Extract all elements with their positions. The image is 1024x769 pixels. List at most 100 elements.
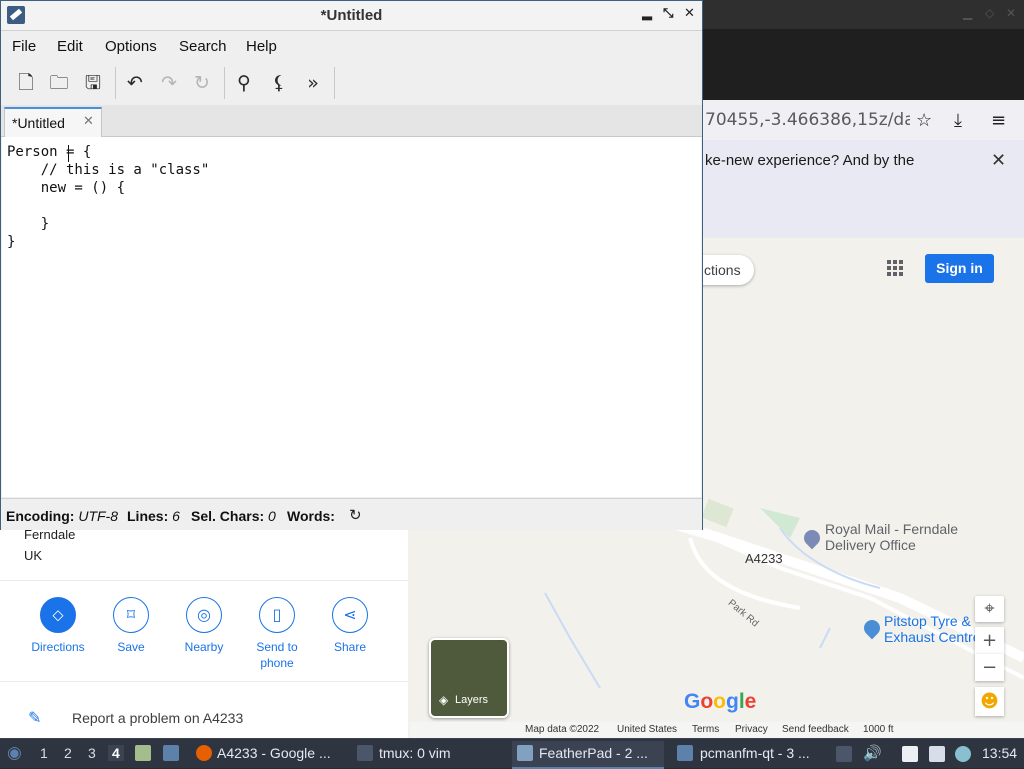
nearby-action-button[interactable]: ◎ Nearby	[172, 597, 236, 655]
window-title: *Untitled	[320, 7, 383, 24]
taskbar: ◉ 1 2 3 4 A4233 - Google ... tmux: 0 vim…	[0, 738, 1024, 769]
directions-action-button[interactable]: ⬦ Directions	[26, 597, 90, 655]
tabbar: *Untitled ✕	[1, 105, 702, 137]
pegman-icon[interactable]: ☻	[975, 687, 1004, 716]
featherpad-window: *Untitled ▂ ⤡ ✕ File Edit Options Search…	[0, 0, 703, 530]
overflow-icon[interactable]	[836, 746, 852, 762]
my-location-icon[interactable]: ⌖	[975, 596, 1004, 622]
hamburger-menu-icon[interactable]: ≡	[991, 110, 1006, 131]
maximize-icon[interactable]: ⤡	[663, 6, 673, 21]
toolbar-separator	[115, 67, 116, 99]
code-line: }	[7, 234, 16, 250]
task-tmux[interactable]: tmux: 0 vim	[353, 741, 503, 767]
bookmark-star-icon[interactable]: ☆	[916, 110, 932, 131]
text-editor[interactable]: Person = { // this is a "class" new = ()…	[2, 137, 701, 497]
workspace-4[interactable]: 4	[108, 745, 124, 761]
network-icon[interactable]	[929, 746, 945, 762]
menu-edit[interactable]: Edit	[57, 38, 83, 55]
status-sel-chars: Sel. Chars: 0	[191, 508, 276, 524]
statusbar: Encoding: UTF-8 Lines: 6 Sel. Chars: 0 W…	[1, 498, 702, 530]
reload-icon[interactable]: ↻	[190, 71, 214, 95]
poi-pitstop[interactable]: Pitstop Tyre &	[884, 613, 971, 629]
new-document-icon[interactable]: 🗋	[14, 71, 38, 95]
share-action-label: Share	[333, 640, 367, 654]
menu-file[interactable]: File	[12, 38, 36, 55]
poi-pitstop-line2[interactable]: Exhaust Centre	[884, 629, 981, 645]
task-pcmanfm[interactable]: pcmanfm-qt - 3 ...	[673, 741, 825, 767]
zoom-in-button[interactable]: +	[975, 627, 1004, 654]
file-manager-launcher-icon[interactable]	[135, 745, 151, 761]
show-desktop-icon[interactable]	[163, 745, 179, 761]
terminal-icon	[357, 745, 373, 761]
task-label: tmux: 0 vim	[379, 745, 451, 761]
browser-minimize-icon[interactable]: ▁	[963, 6, 972, 20]
google-apps-icon[interactable]	[887, 260, 903, 276]
directions-icon: ⬦	[40, 597, 76, 633]
clock[interactable]: 13:54	[982, 745, 1017, 761]
terms-link[interactable]: Terms	[692, 724, 719, 735]
task-label: A4233 - Google ...	[217, 745, 331, 761]
menu-options[interactable]: Options	[105, 38, 157, 55]
layers-icon: ◈	[439, 693, 449, 707]
refresh-word-count-icon[interactable]: ↻	[349, 506, 362, 524]
poi-royal-mail-line2[interactable]: Delivery Office	[825, 537, 916, 553]
menu-search[interactable]: Search	[179, 38, 227, 55]
address-line-2: UK	[24, 548, 43, 563]
minimize-icon[interactable]: ▂	[642, 6, 652, 21]
menubar: File Edit Options Search Help	[1, 31, 702, 61]
task-label: FeatherPad - 2 ...	[539, 745, 648, 761]
toolbar: 🗋 🗀 🖫 ↶ ↷ ↻ ⚲ ⚸ »	[1, 61, 702, 105]
app-menu-icon[interactable]: ◉	[7, 743, 22, 763]
nearby-icon: ◎	[186, 597, 222, 633]
tab-close-icon[interactable]: ✕	[83, 114, 94, 129]
featherpad-titlebar[interactable]: *Untitled ▂ ⤡ ✕	[1, 1, 702, 31]
send-to-phone-action-button[interactable]: ▯ Send to phone	[245, 597, 309, 671]
workspace-2[interactable]: 2	[64, 745, 72, 761]
open-folder-icon[interactable]: 🗀	[47, 71, 71, 95]
tab-untitled[interactable]: *Untitled ✕	[4, 107, 102, 137]
share-icon: ⋖	[332, 597, 368, 633]
save-icon[interactable]: 🖫	[81, 71, 105, 95]
menu-help[interactable]: Help	[246, 38, 277, 55]
notification-close-icon[interactable]: ✕	[991, 150, 1006, 171]
browser-close-icon[interactable]: ✕	[1006, 6, 1016, 20]
task-firefox[interactable]: A4233 - Google ...	[192, 741, 344, 767]
workspace-3[interactable]: 3	[88, 745, 96, 761]
save-action-button[interactable]: ⌑ Save	[99, 597, 163, 655]
volume-icon[interactable]: 🔊	[863, 744, 882, 762]
undo-icon[interactable]: ↶	[123, 71, 147, 95]
downloads-icon[interactable]: ⤓	[954, 110, 962, 131]
code-line: Person = {	[7, 144, 92, 160]
status-words: Words:	[287, 508, 335, 524]
browser-maximize-icon[interactable]: ◇	[985, 6, 994, 20]
url-text[interactable]: 70455,-3.466386,15z/data	[705, 110, 910, 130]
place-panel: Ferndale UK ⬦ Directions ⌑ Save ◎ Nearby…	[0, 527, 408, 738]
scale-label: 1000 ft	[863, 724, 894, 735]
poi-royal-mail[interactable]: Royal Mail - Ferndale	[825, 521, 958, 537]
directions-pill-label: ctions	[704, 262, 741, 278]
redo-icon[interactable]: ↷	[157, 71, 181, 95]
status-encoding: Encoding: UTF-8	[6, 508, 118, 524]
clipboard-icon[interactable]	[902, 746, 918, 762]
privacy-link[interactable]: Privacy	[735, 724, 768, 735]
more-chevron-icon[interactable]: »	[301, 71, 325, 95]
code-line: }	[7, 216, 50, 232]
search-icon[interactable]: ⚲	[232, 71, 256, 95]
tab-label: *Untitled	[12, 115, 65, 131]
country-link[interactable]: United States	[617, 724, 677, 735]
send-to-phone-action-label: Send to phone	[256, 640, 298, 670]
send-feedback-link[interactable]: Send feedback	[782, 724, 849, 735]
workspace-1[interactable]: 1	[40, 745, 48, 761]
task-featherpad[interactable]: FeatherPad - 2 ...	[512, 741, 664, 769]
updates-icon[interactable]	[955, 746, 971, 762]
featherpad-icon	[517, 745, 533, 761]
report-problem-link[interactable]: Report a problem on A4233	[72, 710, 243, 726]
panel-divider	[0, 681, 408, 682]
sign-in-button[interactable]: Sign in	[925, 254, 994, 283]
zoom-out-button[interactable]: −	[975, 654, 1004, 681]
close-icon[interactable]: ✕	[684, 6, 695, 21]
layers-button[interactable]: ◈ Layers	[429, 638, 509, 718]
replace-icon[interactable]: ⚸	[267, 71, 291, 95]
road-label-a4233: A4233	[745, 551, 783, 566]
share-action-button[interactable]: ⋖ Share	[318, 597, 382, 655]
